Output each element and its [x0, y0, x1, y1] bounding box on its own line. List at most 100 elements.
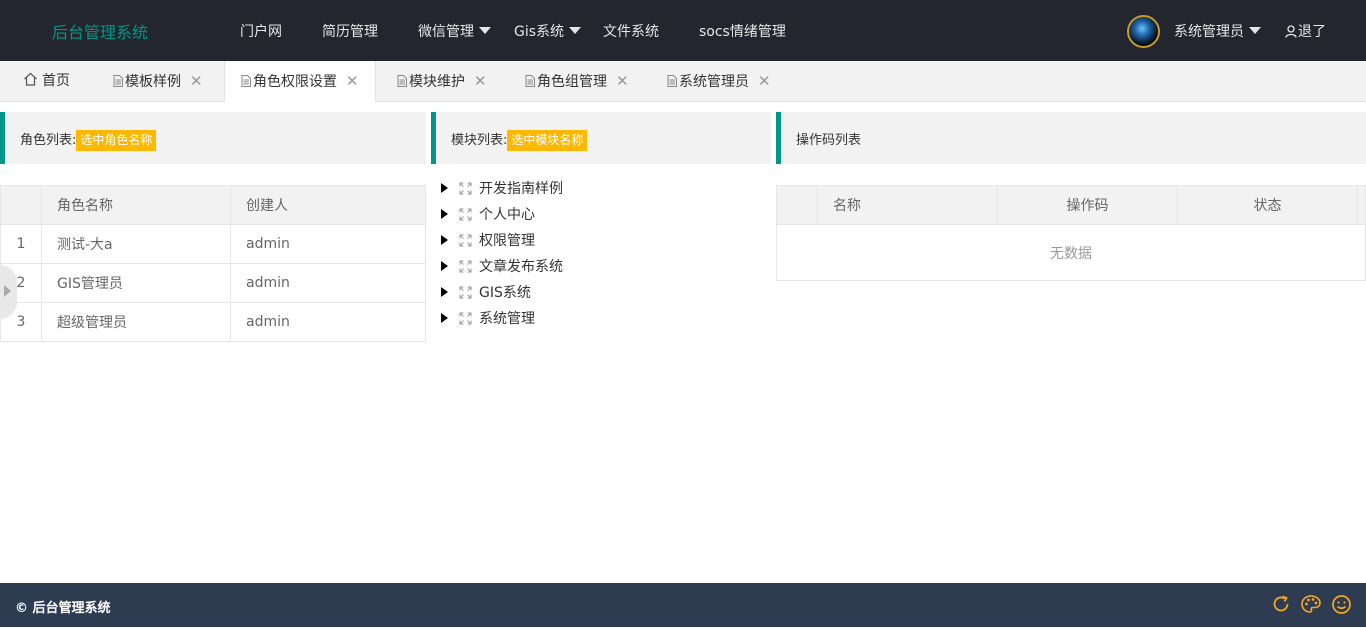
nav-item-gis[interactable]: Gis系统 [514, 21, 582, 41]
tab-bar: 首页 模板样例 ✕ 角色权限设置 ✕ 模块维护 ✕ 角色组管理 ✕ 系统管理员 ✕ [0, 61, 1366, 102]
empty-message: 无数据 [776, 224, 1366, 281]
table-header-row: 名称 操作码 状态 [776, 185, 1366, 225]
logout-link[interactable]: 退了 [1285, 21, 1326, 41]
tree-node[interactable]: GIS系统 [441, 280, 563, 306]
tree-node-label: 开发指南样例 [479, 181, 563, 197]
column-header-role-name[interactable]: 角色名称 [41, 185, 231, 225]
role-name-cell[interactable]: 测试-大a [41, 224, 231, 264]
nav-item-resume[interactable]: 简历管理 [322, 21, 378, 41]
tab-role-group-label: 角色组管理 [537, 74, 607, 90]
module-tree: 开发指南样例 个人中心 权限管理 文章发布系统 GIS系统 系统管理 [441, 176, 563, 332]
tab-home-label: 首页 [42, 73, 70, 89]
tab-home[interactable]: 首页 [23, 61, 70, 102]
tab-template[interactable]: 模板样例 ✕ [113, 61, 203, 102]
table-row[interactable]: 3 超级管理员 admin [0, 302, 426, 342]
nav-item-portal[interactable]: 门户网 [240, 21, 282, 41]
tree-node[interactable]: 系统管理 [441, 306, 563, 332]
close-icon[interactable]: ✕ [346, 72, 359, 90]
copyright: © 后台管理系统 [15, 601, 111, 616]
chevron-down-icon [569, 27, 582, 34]
chevron-right-icon [4, 285, 11, 297]
avatar[interactable] [1127, 15, 1160, 48]
tree-node[interactable]: 权限管理 [441, 228, 563, 254]
roles-panel-header: 角色列表: 选中角色名称 [0, 112, 426, 164]
role-name-cell[interactable]: 超级管理员 [41, 302, 231, 342]
role-name-cell[interactable]: GIS管理员 [41, 263, 231, 303]
tab-module-label: 模块维护 [409, 74, 465, 90]
home-icon [24, 72, 37, 86]
nav-item-wechat[interactable]: 微信管理 [418, 21, 491, 41]
tree-node-label: GIS系统 [479, 285, 531, 301]
expand-arrow-icon[interactable] [441, 209, 448, 219]
chevron-down-icon [1249, 27, 1261, 34]
expand-arrow-icon[interactable] [441, 287, 448, 297]
tab-sysadmin-label: 系统管理员 [679, 74, 749, 90]
smile-icon[interactable] [1331, 594, 1352, 615]
fullscreen-icon [459, 234, 472, 247]
expand-arrow-icon[interactable] [441, 235, 448, 245]
tree-node[interactable]: 文章发布系统 [441, 254, 563, 280]
chevron-down-icon [479, 27, 491, 34]
fullscreen-icon [459, 260, 472, 273]
table-row[interactable]: 1 测试-大a admin [0, 224, 426, 264]
fullscreen-icon [459, 208, 472, 221]
palette-icon[interactable] [1300, 594, 1322, 614]
roles-title-label: 角色列表: [20, 133, 77, 148]
top-header: 后台管理系统 门户网 简历管理 微信管理 Gis系统 文件系统 socs情绪管理… [0, 0, 1366, 61]
tree-node-label: 文章发布系统 [479, 259, 563, 275]
nav-item-socs[interactable]: socs情绪管理 [699, 21, 786, 41]
tab-template-label: 模板样例 [125, 74, 181, 90]
table-row[interactable]: 2 GIS管理员 admin [0, 263, 426, 303]
close-icon[interactable]: ✕ [758, 72, 771, 90]
column-header-opcode[interactable]: 操作码 [997, 185, 1178, 225]
close-icon[interactable]: ✕ [190, 72, 203, 90]
tab-role-group[interactable]: 角色组管理 ✕ [525, 61, 629, 102]
row-number: 1 [0, 224, 42, 264]
sidebar-toggle-handle[interactable] [0, 265, 17, 319]
logout-label: 退了 [1298, 24, 1326, 40]
fullscreen-icon [459, 312, 472, 325]
creator-cell[interactable]: admin [230, 224, 426, 264]
nav-item-gis-label: Gis系统 [514, 24, 565, 40]
checkbox-column-header [776, 185, 818, 225]
modules-title-label: 模块列表: [451, 133, 508, 148]
column-header-spacer [1357, 185, 1366, 225]
column-header-creator[interactable]: 创建人 [230, 185, 426, 225]
tab-sysadmin[interactable]: 系统管理员 ✕ [667, 61, 771, 102]
tree-node-label: 系统管理 [479, 311, 535, 327]
opcode-panel-title: 操作码列表 [796, 133, 862, 148]
nav-item-files[interactable]: 文件系统 [603, 21, 659, 41]
modules-panel-header: 模块列表: 选中模块名称 [431, 112, 771, 164]
user-menu[interactable]: 系统管理员 [1174, 21, 1261, 41]
document-icon [241, 75, 251, 87]
document-icon [525, 75, 535, 87]
expand-arrow-icon[interactable] [441, 261, 448, 271]
empty-row: 无数据 [776, 224, 1366, 281]
tree-node[interactable]: 个人中心 [441, 202, 563, 228]
close-icon[interactable]: ✕ [474, 72, 487, 90]
column-header-status[interactable]: 状态 [1177, 185, 1358, 225]
creator-cell[interactable]: admin [230, 302, 426, 342]
nav-item-wechat-label: 微信管理 [418, 24, 474, 40]
refresh-icon[interactable] [1271, 594, 1291, 614]
row-number-header [0, 185, 42, 225]
user-name: 系统管理员 [1174, 24, 1244, 40]
app-logo[interactable]: 后台管理系统 [52, 19, 148, 43]
document-icon [667, 75, 677, 87]
document-icon [113, 75, 123, 87]
fullscreen-icon [459, 182, 472, 195]
expand-arrow-icon[interactable] [441, 183, 448, 193]
tab-role-permission[interactable]: 角色权限设置 ✕ [224, 61, 376, 102]
roles-panel-title: 角色列表: 选中角色名称 [20, 129, 157, 151]
creator-cell[interactable]: admin [230, 263, 426, 303]
close-icon[interactable]: ✕ [616, 72, 629, 90]
tree-node[interactable]: 开发指南样例 [441, 176, 563, 202]
tab-module[interactable]: 模块维护 ✕ [397, 61, 487, 102]
footer: © 后台管理系统 [0, 583, 1366, 627]
column-header-name[interactable]: 名称 [817, 185, 998, 225]
table-header-row: 角色名称 创建人 [0, 185, 426, 225]
selected-role-badge: 选中角色名称 [76, 130, 157, 151]
expand-arrow-icon[interactable] [441, 313, 448, 323]
fullscreen-icon [459, 286, 472, 299]
modules-panel-title: 模块列表: 选中模块名称 [451, 129, 588, 151]
